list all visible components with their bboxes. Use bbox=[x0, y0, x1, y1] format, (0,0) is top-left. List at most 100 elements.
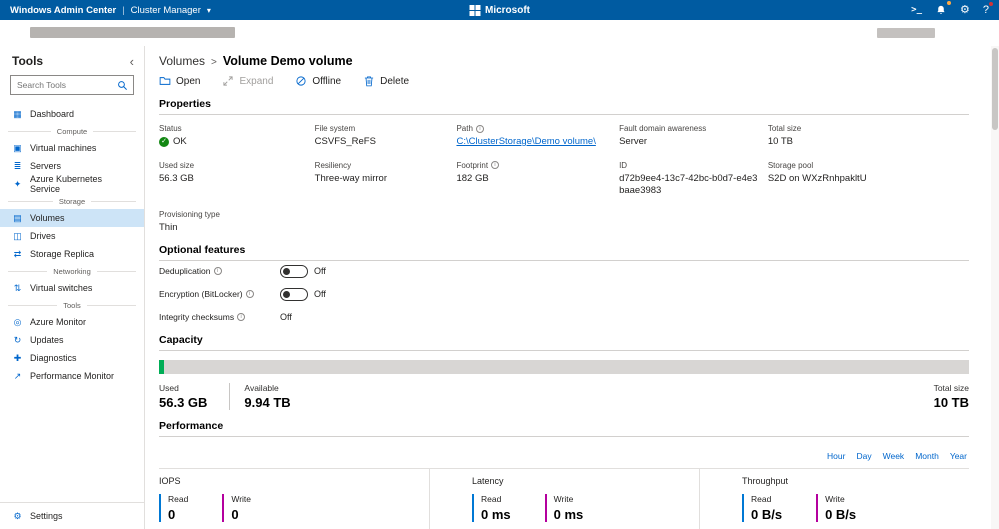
chevron-down-icon[interactable]: ▾ bbox=[207, 6, 211, 15]
redacted-block bbox=[877, 28, 935, 38]
field-provisioning-type: Provisioning type Thin bbox=[159, 209, 220, 233]
field-id: ID d72b9ee4-13c7-42bc-b0d7-e4e3baae3983 bbox=[619, 160, 758, 196]
encryption-row: Encryption (BitLocker) i Off bbox=[159, 287, 326, 301]
servers-icon: ≣ bbox=[13, 160, 22, 171]
info-icon[interactable]: i bbox=[237, 313, 246, 321]
app-title[interactable]: Windows Admin Center bbox=[10, 5, 116, 16]
capacity-legend: Used 56.3 GB Available 9.94 TB Total siz… bbox=[159, 382, 969, 410]
settings-gear-icon[interactable]: ⚙ bbox=[960, 4, 970, 16]
range-hour[interactable]: Hour bbox=[827, 451, 845, 461]
deduplication-toggle[interactable] bbox=[280, 264, 308, 278]
topbar-left: Windows Admin Center | Cluster Manager ▾ bbox=[10, 5, 211, 16]
performance-monitor-icon: ↗ bbox=[13, 370, 22, 381]
range-week[interactable]: Week bbox=[883, 451, 905, 461]
topbar: Windows Admin Center | Cluster Manager ▾… bbox=[0, 0, 999, 20]
storage-replica-icon: ⇄ bbox=[13, 248, 22, 259]
performance-section: Performance Hour Day Week Month Year IOP… bbox=[159, 420, 969, 529]
sidebar-item-performance-monitor[interactable]: ↗ Performance Monitor bbox=[0, 367, 144, 385]
integrity-checksums-row: Integrity checksums i Off bbox=[159, 312, 292, 322]
perf-col-iops: IOPS Read 0 Write 0 bbox=[159, 475, 252, 522]
sidebar-item-label: Servers bbox=[30, 161, 62, 171]
help-icon[interactable]: ? bbox=[983, 1, 993, 16]
field-resiliency: Resiliency Three-way mirror bbox=[314, 160, 387, 184]
status-ok-icon: ✓ bbox=[159, 136, 169, 147]
info-icon[interactable]: i bbox=[491, 161, 500, 170]
diagnostics-icon: ✚ bbox=[13, 352, 22, 363]
azure-monitor-icon: ◎ bbox=[13, 316, 22, 327]
latency-write-metric: Write 0 ms bbox=[544, 493, 583, 522]
notifications-bell-icon[interactable] bbox=[935, 1, 951, 16]
toggle-knob bbox=[283, 290, 290, 298]
sidebar-item-label: Settings bbox=[30, 511, 63, 521]
powershell-console-icon[interactable]: >_ bbox=[911, 5, 922, 15]
search-icon[interactable] bbox=[117, 80, 128, 91]
breadcrumb: Volumes > Volume Demo volume bbox=[159, 54, 969, 68]
sidebar-item-updates[interactable]: ↻ Updates bbox=[0, 331, 144, 349]
dashboard-icon: ▦ bbox=[13, 108, 22, 119]
volume-detail-main: Volumes > Volume Demo volume Open Expand bbox=[145, 46, 999, 529]
sidebar-item-diagnostics[interactable]: ✚ Diagnostics bbox=[0, 349, 144, 367]
expand-button[interactable]: Expand bbox=[222, 72, 273, 90]
delete-button[interactable]: Delete bbox=[363, 72, 409, 90]
sidebar-item-azure-kubernetes-service[interactable]: ✦ Azure Kubernetes Service bbox=[0, 174, 144, 194]
throughput-read-metric: Read 0 B/s bbox=[742, 493, 782, 522]
range-day[interactable]: Day bbox=[856, 451, 871, 461]
offline-button[interactable]: Offline bbox=[295, 72, 341, 90]
tools-title: Tools bbox=[12, 54, 44, 68]
optional-features-title: Optional features bbox=[159, 244, 969, 261]
sidebar-item-dashboard[interactable]: ▦ Dashboard bbox=[0, 105, 144, 123]
breadcrumb-volumes[interactable]: Volumes bbox=[159, 54, 205, 68]
open-button[interactable]: Open bbox=[159, 72, 200, 90]
sidebar-item-drives[interactable]: ◫ Drives bbox=[0, 227, 144, 245]
info-icon[interactable]: i bbox=[213, 267, 222, 275]
encryption-toggle[interactable] bbox=[280, 287, 308, 301]
sidebar-item-azure-monitor[interactable]: ◎ Azure Monitor bbox=[0, 313, 144, 331]
sidebar-item-label: Azure Monitor bbox=[30, 317, 87, 327]
sidebar-item-storage-replica[interactable]: ⇄ Storage Replica bbox=[0, 245, 144, 263]
search-tools-input[interactable] bbox=[17, 80, 117, 90]
iops-read-metric: Read 0 bbox=[159, 493, 188, 522]
updates-icon: ↻ bbox=[13, 334, 22, 345]
volume-toolbar: Open Expand Offline Delete bbox=[159, 72, 969, 90]
collapse-sidebar-icon[interactable]: ‹ bbox=[130, 55, 134, 68]
sidebar-item-label: Diagnostics bbox=[30, 353, 77, 363]
sidebar-item-volumes[interactable]: ▤ Volumes bbox=[0, 209, 144, 227]
field-status: Status ✓ OK bbox=[159, 124, 187, 147]
encryption-state: Off bbox=[314, 289, 326, 299]
field-storage-pool: Storage pool S2D on WXzRnhpakltU bbox=[767, 160, 867, 184]
breadcrumb-separator: > bbox=[211, 57, 217, 68]
sidebar-item-servers[interactable]: ≣ Servers bbox=[0, 157, 144, 175]
trash-icon bbox=[363, 75, 375, 87]
field-used-size: Used size 56.3 GB bbox=[159, 160, 195, 184]
status-value: OK bbox=[173, 136, 187, 147]
scrollbar-thumb[interactable] bbox=[992, 48, 998, 130]
field-footprint: Footprint i 182 GB bbox=[456, 161, 609, 197]
range-month[interactable]: Month bbox=[915, 451, 939, 461]
toggle-knob bbox=[283, 267, 290, 275]
sidebar-item-settings[interactable]: ⚙ Settings bbox=[0, 507, 144, 525]
sidebar-item-virtual-switches[interactable]: ⇅ Virtual switches bbox=[0, 279, 144, 297]
redacted-block bbox=[30, 27, 235, 38]
path-link[interactable]: C:\ClusterStorage\Demo volume\ bbox=[456, 136, 595, 148]
sidebar-item-virtual-machines[interactable]: ▣ Virtual machines bbox=[0, 139, 144, 157]
performance-title: Performance bbox=[159, 420, 969, 437]
brand-text: Microsoft bbox=[485, 4, 530, 16]
sidebar-item-label: Performance Monitor bbox=[30, 371, 115, 381]
capacity-available: Available 9.94 TB bbox=[229, 382, 291, 410]
microsoft-logo-icon bbox=[469, 4, 480, 16]
latency-read-metric: Read 0 ms bbox=[472, 493, 511, 522]
throughput-write-metric: Write 0 B/s bbox=[816, 493, 856, 522]
info-icon[interactable]: i bbox=[245, 290, 254, 298]
module-title[interactable]: Cluster Manager bbox=[131, 5, 201, 16]
field-total-size: Total size 10 TB bbox=[767, 124, 802, 147]
sidebar-item-label: Dashboard bbox=[30, 109, 75, 119]
performance-grid: IOPS Read 0 Write 0 Latency Read 0 ms Wr… bbox=[159, 468, 969, 529]
vertical-scrollbar[interactable] bbox=[991, 46, 999, 529]
app-body: Tools ‹ ▦ Dashboard Compute ▣ V bbox=[0, 46, 999, 529]
capacity-used: Used 56.3 GB bbox=[159, 382, 208, 410]
field-file-system: File system CSVFS_ReFS bbox=[314, 124, 376, 147]
virtual-switches-icon: ⇅ bbox=[13, 282, 22, 293]
sidebar-item-label: Azure Kubernetes Service bbox=[30, 174, 103, 194]
range-year[interactable]: Year bbox=[950, 451, 967, 461]
info-icon[interactable]: i bbox=[475, 124, 484, 133]
